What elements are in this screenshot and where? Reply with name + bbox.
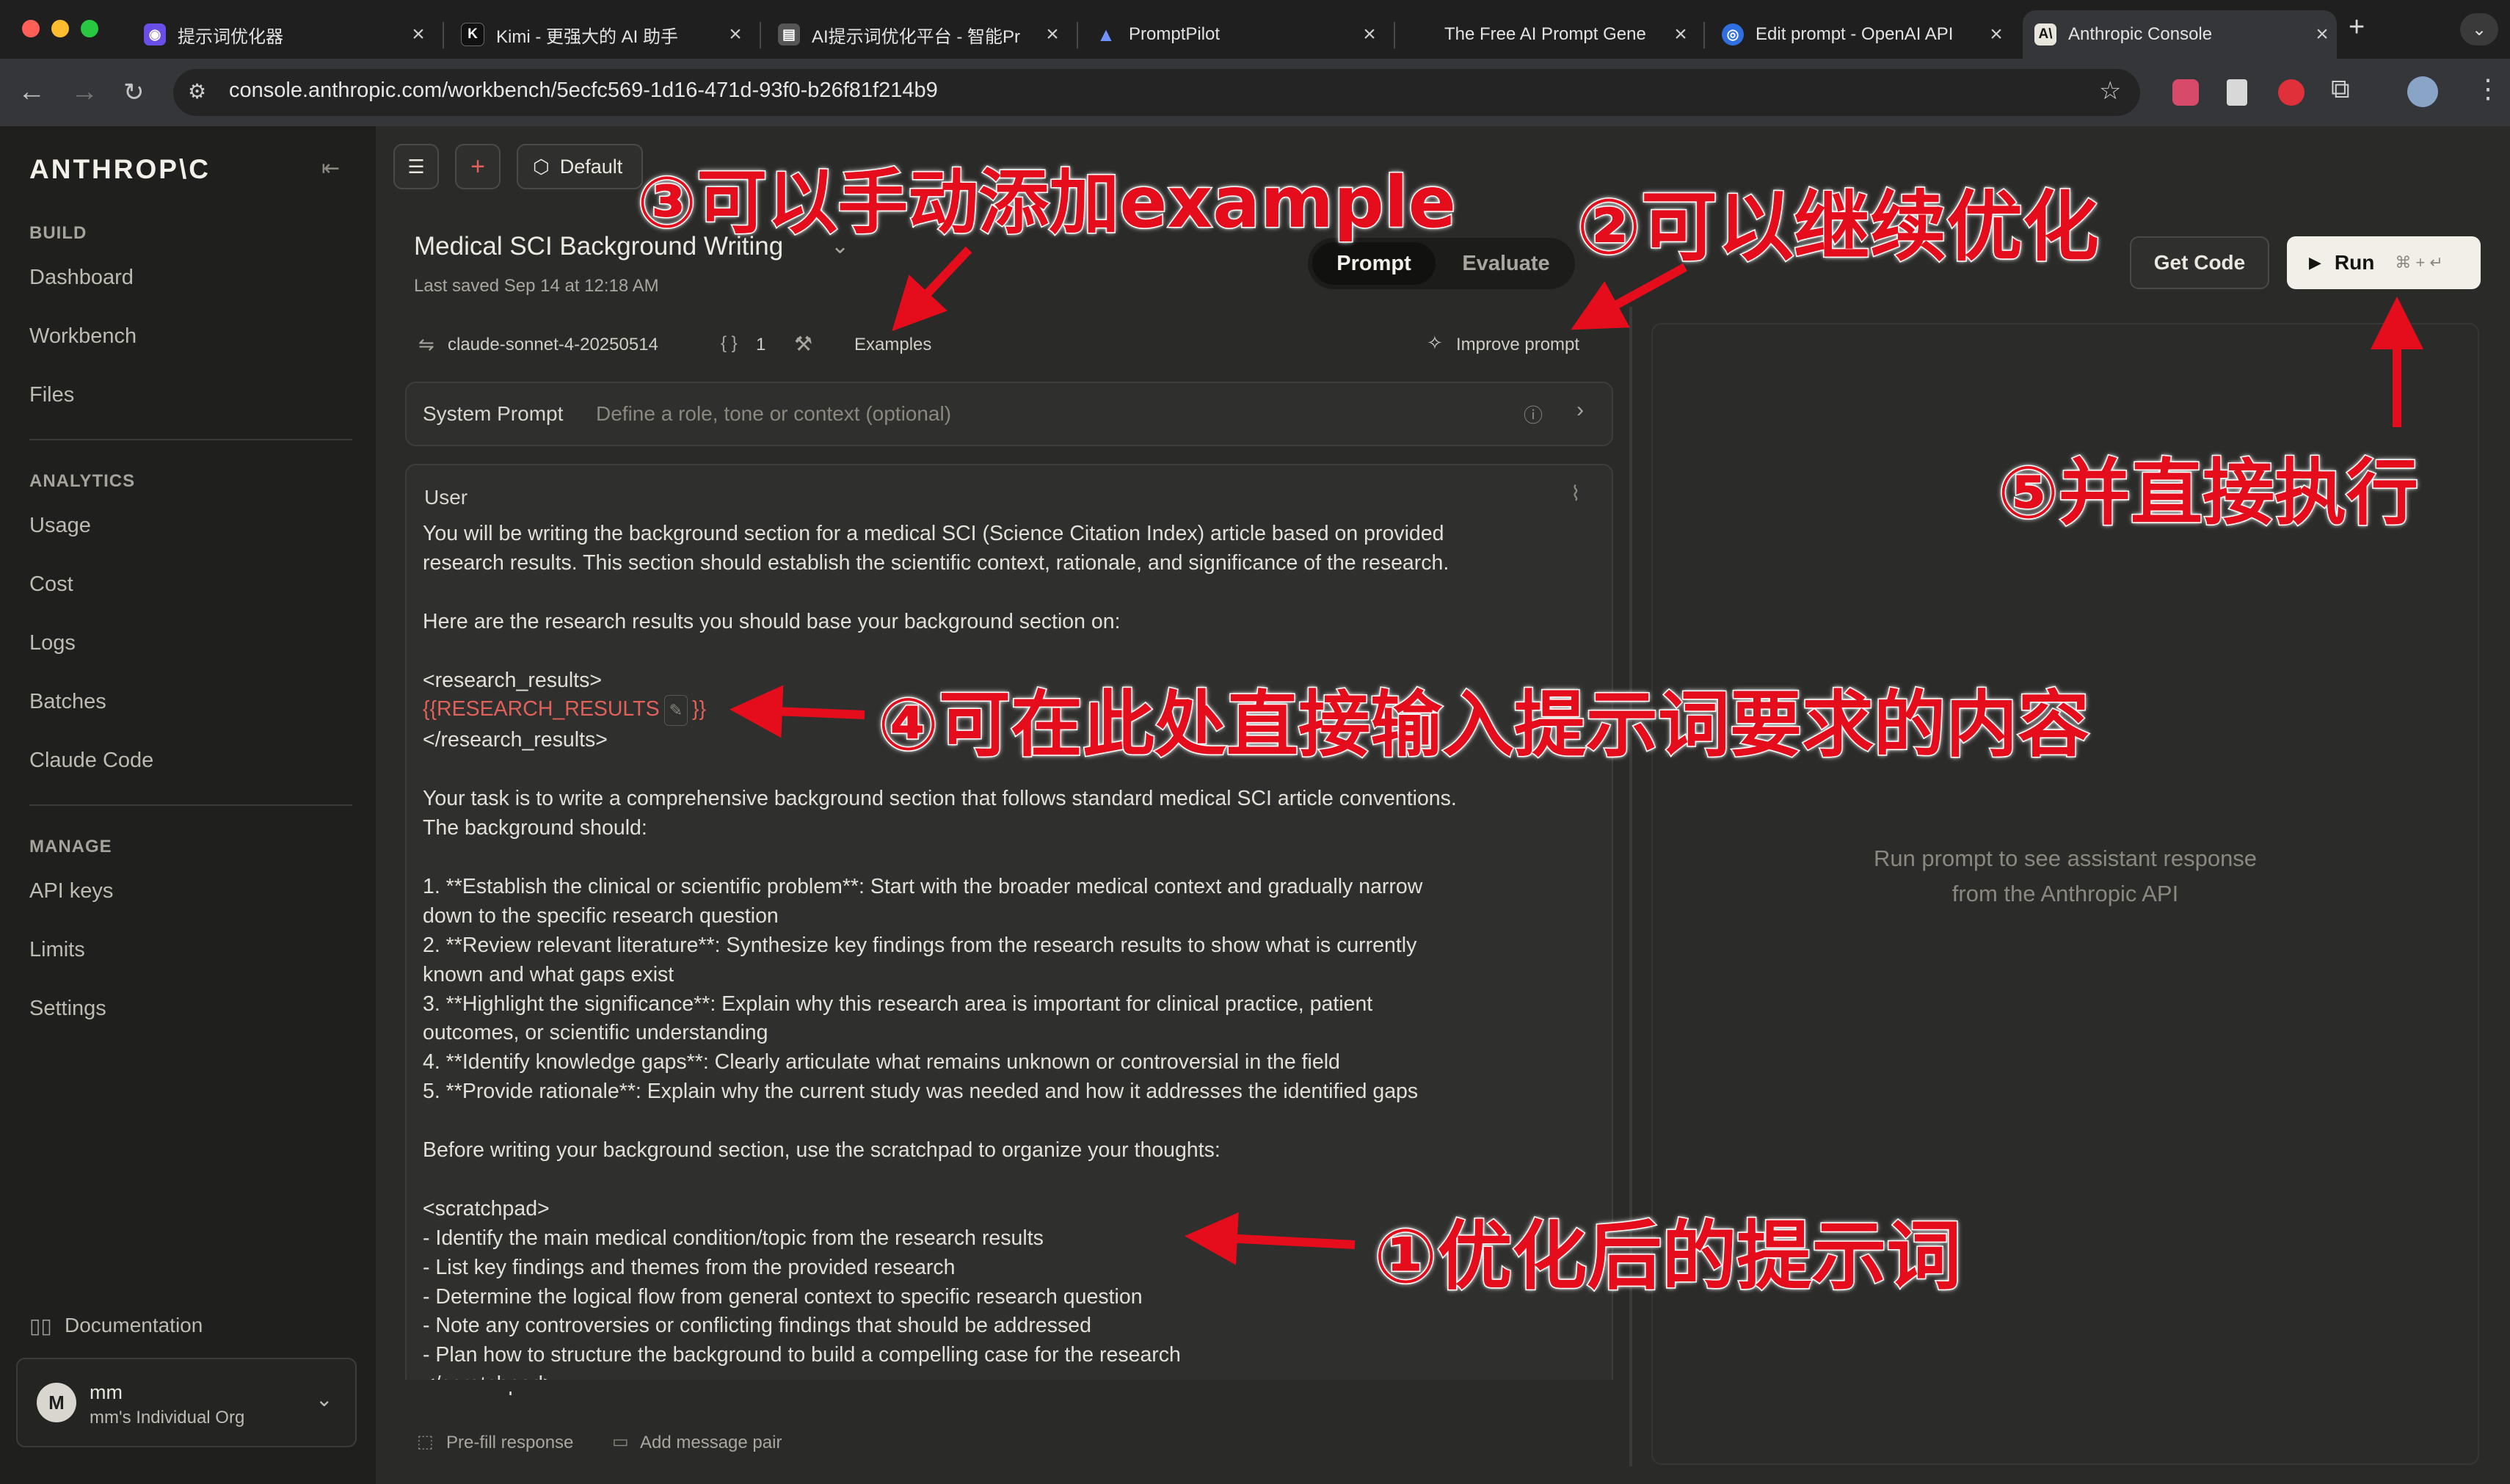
annotation-2: ②可以继续优化 <box>1575 181 2100 273</box>
annotation-3: ③可以手动添加example <box>636 161 1458 245</box>
annotation-5: ⑤并直接执行 <box>1997 451 2420 537</box>
arrow-to-variable <box>730 685 865 738</box>
annotation-4: ④可在此处直接输入提示词要求的内容 <box>877 683 2091 768</box>
arrow-to-examples <box>892 246 972 332</box>
annotation-1: ①优化后的提示词 <box>1372 1212 1962 1302</box>
arrow-to-prompt <box>1185 1212 1356 1265</box>
